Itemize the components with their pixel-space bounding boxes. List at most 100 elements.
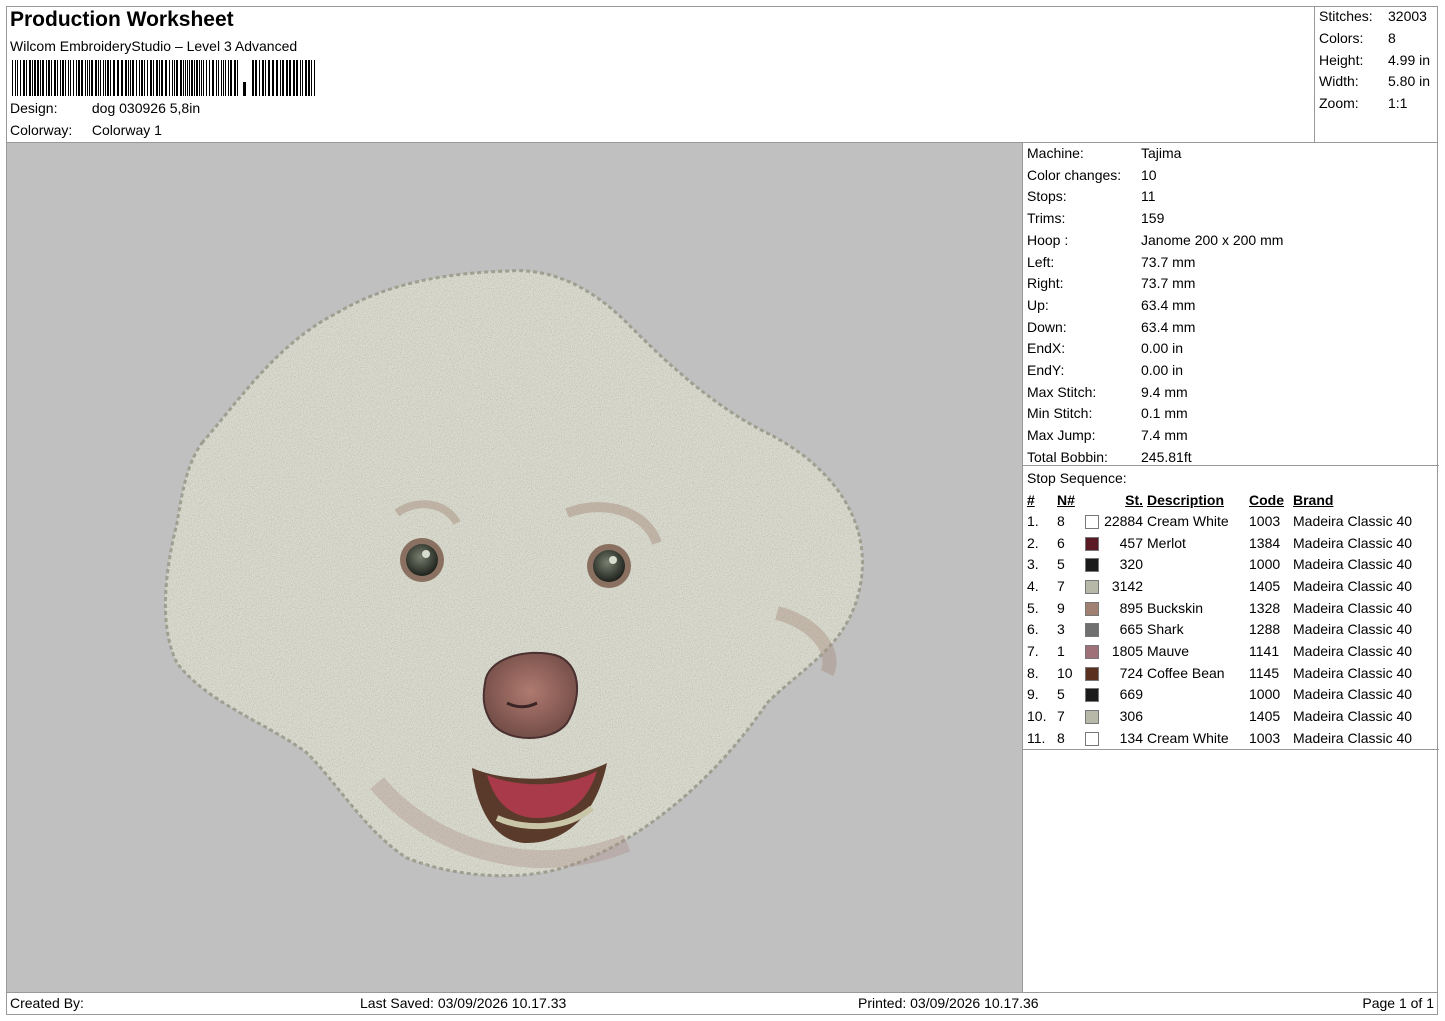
cell-code: 1384 [1249, 534, 1281, 551]
cell-brand: Madeira Classic 40 [1293, 642, 1413, 659]
cell-swatch [1083, 597, 1101, 619]
cell-description: Buckskin [1147, 599, 1204, 616]
nose-icon [482, 651, 579, 739]
table-header-row: # N# St. Description Code Brand [1025, 489, 1431, 510]
stat-label: Zoom: [1319, 95, 1359, 111]
table-row: 1. 8 22884 Cream White 1003 Madeira Classic 4… [1025, 510, 1431, 532]
machine-label: Trims: [1027, 210, 1066, 227]
cell-swatch [1083, 532, 1101, 554]
stat-value: 32003 [1388, 8, 1427, 24]
cell-code: 1145 [1249, 664, 1280, 681]
cell-needle: 9 [1057, 599, 1065, 616]
machine-label: Left: [1027, 253, 1055, 270]
cell-needle: 5 [1057, 686, 1065, 703]
design-row: Design: dog 030926 5,8in [10, 100, 200, 116]
cell-code: 1000 [1249, 556, 1281, 573]
machine-value: 159 [1141, 210, 1165, 227]
machine-row: Trims: 159 [1027, 210, 1164, 226]
color-swatch [1085, 688, 1099, 703]
color-swatch [1085, 514, 1099, 529]
cell-brand: Madeira Classic 40 [1293, 599, 1413, 616]
software-name: Wilcom EmbroideryStudio – Level 3 Advanc… [10, 38, 298, 54]
color-swatch [1085, 580, 1099, 595]
machine-row: Hoop : Janome 200 x 200 mm [1027, 232, 1283, 248]
table-row: 9. 5 669 1000 Madeira Classic 40 [1025, 684, 1431, 706]
machine-label: EndX: [1027, 340, 1066, 357]
cell-needle: 10 [1057, 664, 1073, 681]
cell-num: 6. [1027, 621, 1039, 638]
machine-row: Min Stitch: 0.1 mm [1027, 405, 1188, 421]
stat-value: 5.80 in [1388, 73, 1431, 89]
cell-swatch [1083, 727, 1101, 749]
table-row: 10. 7 306 1405 Madeira Classic 40 [1025, 705, 1431, 727]
cell-brand: Madeira Classic 40 [1293, 664, 1413, 681]
machine-value: 10 [1141, 166, 1157, 183]
cell-brand: Madeira Classic 40 [1293, 577, 1413, 594]
cell-needle: 1 [1057, 642, 1065, 659]
cell-description: Merlot [1147, 534, 1186, 551]
cell-num: 2. [1027, 534, 1039, 551]
col-header-code: Code [1249, 491, 1284, 508]
stat-value: 1:1 [1388, 95, 1408, 111]
cell-code: 1288 [1249, 621, 1281, 638]
cell-description [1145, 705, 1247, 727]
cell-brand: Madeira Classic 40 [1293, 512, 1413, 529]
stat-height: Height: 4.99 in [1319, 52, 1430, 68]
machine-row: Machine: Tajima [1027, 145, 1181, 161]
table-row: 3. 5 320 1000 Madeira Classic 40 [1025, 553, 1431, 575]
cell-needle: 5 [1057, 556, 1065, 573]
cell-num: 9. [1027, 686, 1039, 703]
cell-description [1145, 575, 1247, 597]
cell-brand: Madeira Classic 40 [1293, 708, 1413, 725]
machine-label: Stops: [1027, 188, 1067, 205]
cell-num: 8. [1027, 664, 1039, 681]
cell-stitches: 1805 [1111, 642, 1143, 659]
cell-description [1145, 684, 1247, 706]
table-row: 2. 6 457 Merlot 1384 Madeira Classic 40 [1025, 532, 1431, 554]
cell-brand: Madeira Classic 40 [1293, 729, 1413, 746]
machine-label: Color changes: [1027, 166, 1122, 183]
cell-needle: 7 [1057, 577, 1065, 594]
machine-label: Total Bobbin: [1027, 448, 1108, 465]
cell-swatch [1083, 684, 1101, 706]
cell-stitches: 3142 [1111, 577, 1143, 594]
machine-value: 11 [1141, 188, 1156, 205]
stat-zoom: Zoom: 1:1 [1319, 95, 1407, 111]
cell-stitches: 22884 [1104, 512, 1143, 529]
cell-brand: Madeira Classic 40 [1293, 686, 1413, 703]
machine-label: Up: [1027, 296, 1049, 313]
cell-stitches: 320 [1119, 556, 1143, 573]
stat-width: Width: 5.80 in [1319, 73, 1430, 89]
machine-value: 9.4 mm [1141, 383, 1188, 400]
col-header-swatch [1083, 489, 1101, 510]
cell-description [1145, 553, 1247, 575]
machine-value: 7.4 mm [1141, 427, 1188, 444]
cell-description: Cream White [1147, 512, 1229, 529]
machine-label: EndY: [1027, 362, 1065, 378]
printed-date: Printed: 03/09/2026 10.17.36 [858, 995, 1039, 1011]
worksheet-footer: Created By: Last Saved: 03/09/2026 10.17… [6, 992, 1438, 1015]
table-row: 4. 7 3142 1405 Madeira Classic 40 [1025, 575, 1431, 597]
color-swatch [1085, 558, 1099, 573]
cell-num: 3. [1027, 556, 1039, 573]
col-header-needle: N# [1057, 491, 1075, 508]
colorway-value: Colorway 1 [91, 122, 162, 138]
col-header-brand: Brand [1293, 491, 1334, 508]
cell-num: 11. [1027, 729, 1046, 746]
cell-swatch [1083, 510, 1101, 532]
created-by: Created By: [10, 995, 84, 1011]
machine-value: Tajima [1141, 145, 1182, 161]
col-header-stitches: St. [1125, 491, 1143, 508]
machine-value: 0.00 in [1141, 362, 1184, 378]
cell-needle: 7 [1057, 708, 1065, 725]
cell-needle: 6 [1057, 534, 1065, 551]
cell-num: 1. [1027, 512, 1039, 529]
worksheet-header: Production Worksheet Wilcom EmbroiderySt… [6, 6, 1315, 143]
cell-code: 1405 [1249, 577, 1281, 594]
details-divider [1023, 465, 1439, 466]
cell-needle: 3 [1057, 621, 1065, 638]
table-row: 6. 3 665 Shark 1288 Madeira Classic 40 [1025, 618, 1431, 640]
table-divider [1023, 749, 1439, 750]
cell-needle: 8 [1057, 512, 1065, 529]
machine-row: EndX: 0.00 in [1027, 340, 1183, 356]
